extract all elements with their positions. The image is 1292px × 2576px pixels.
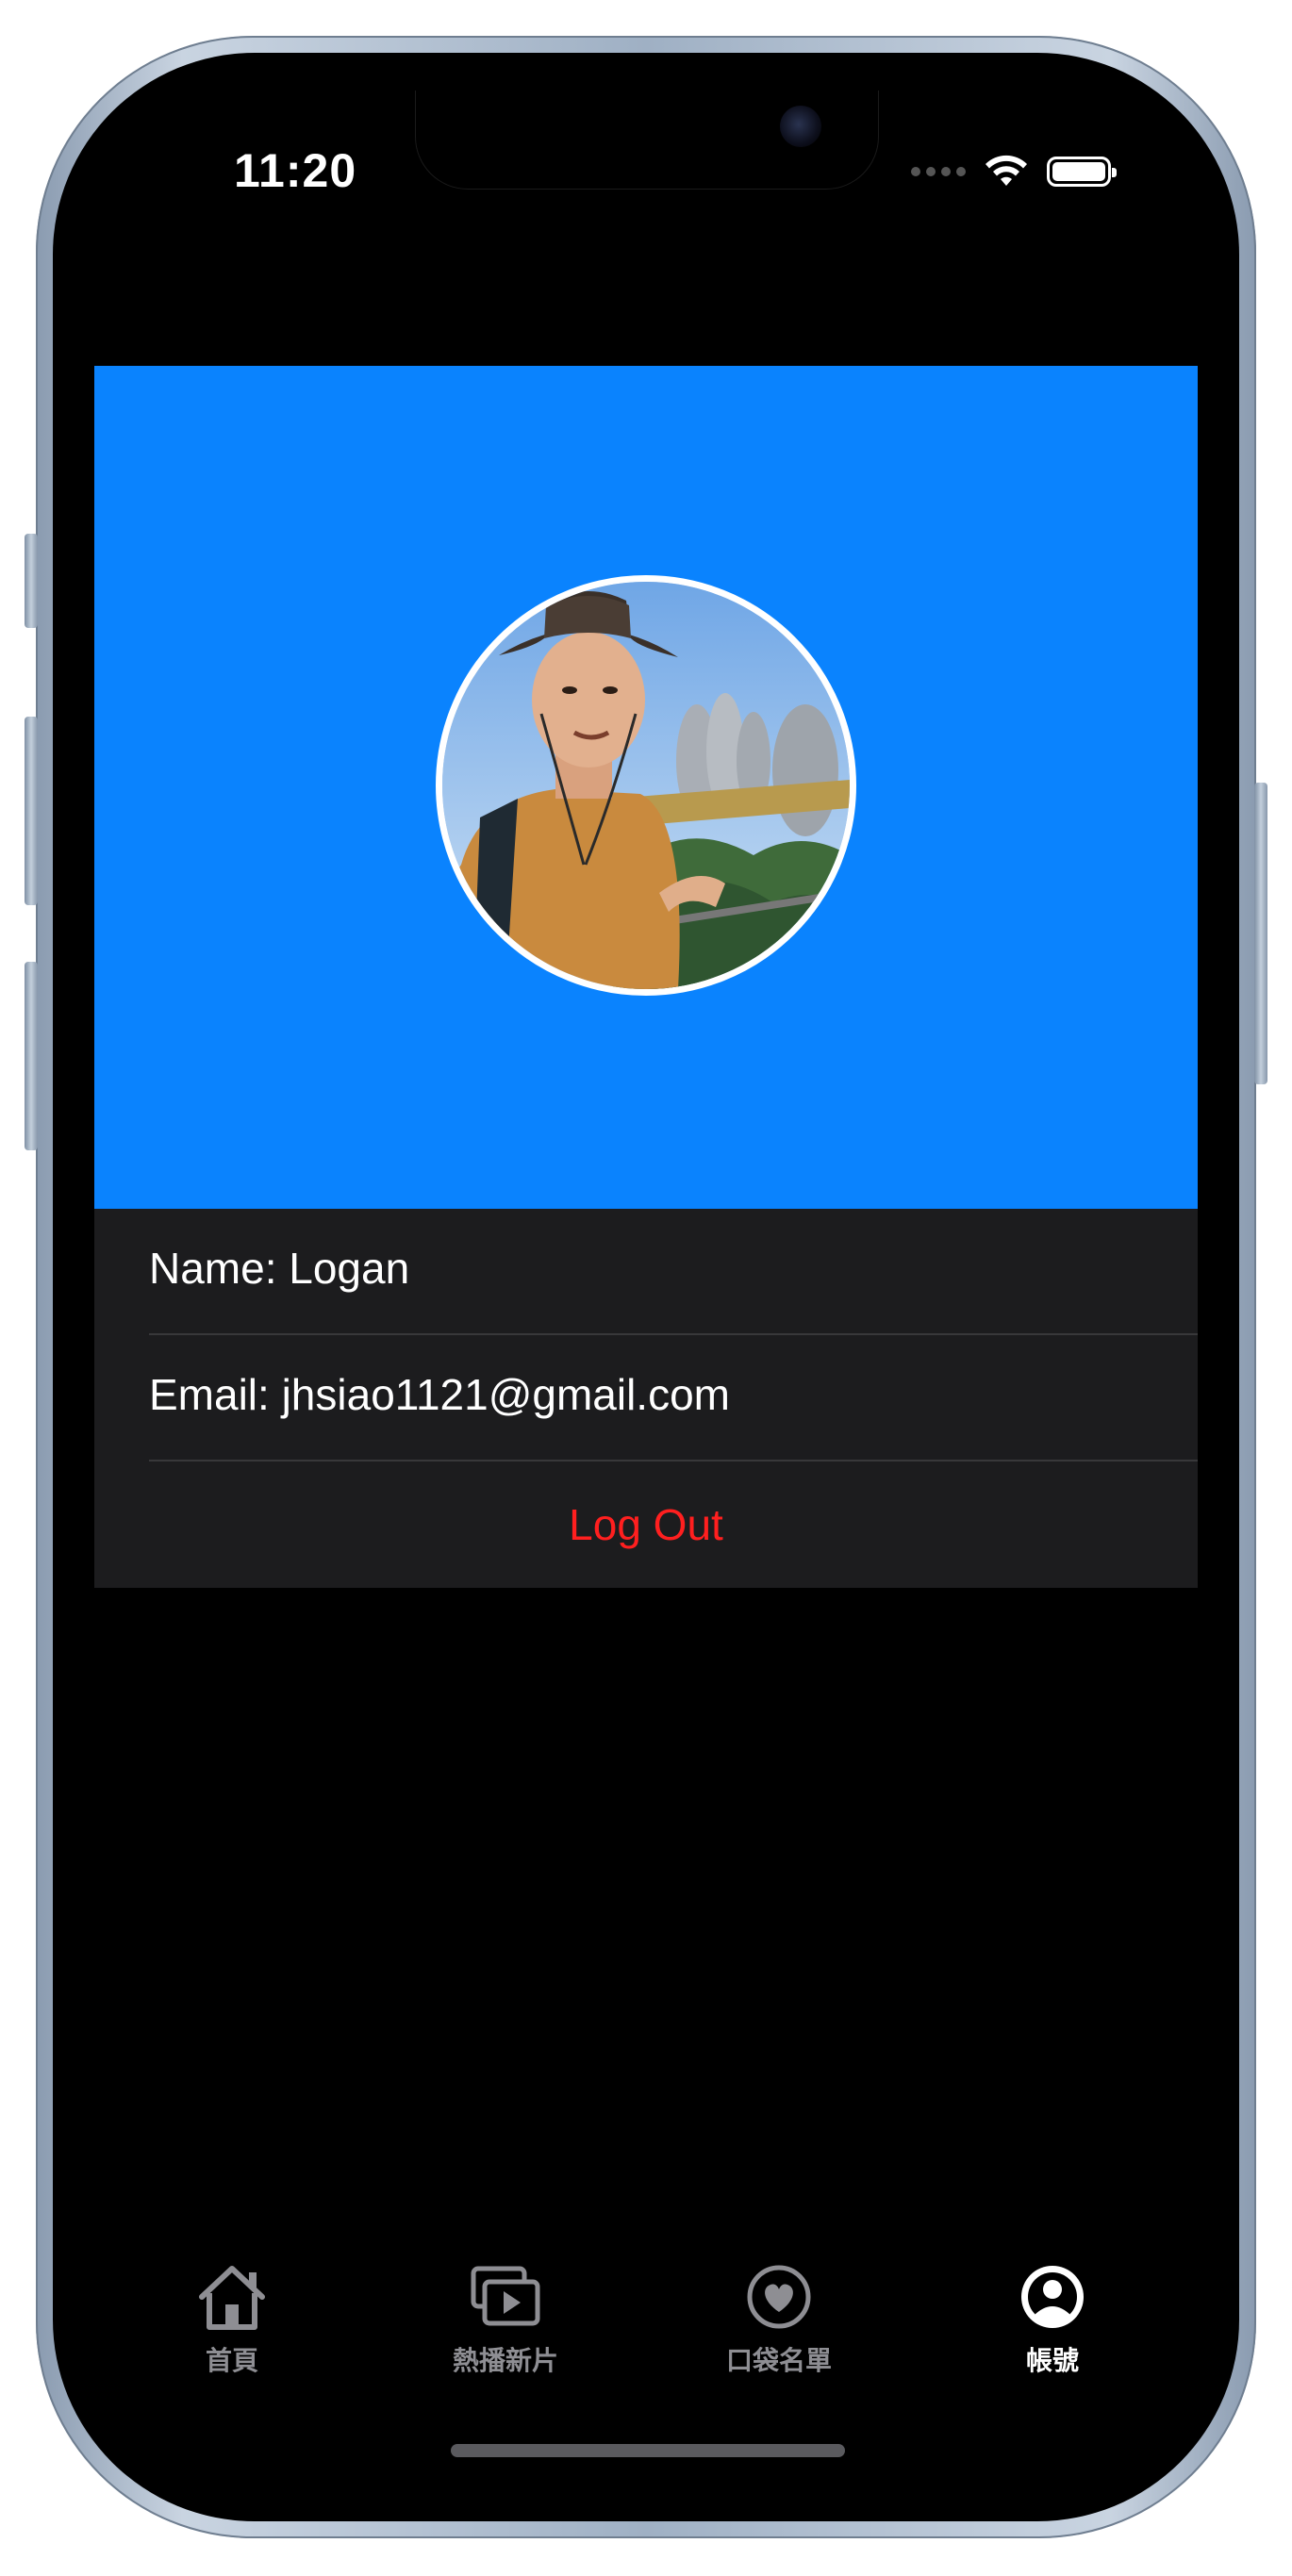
name-row: Name: Logan [94,1209,1198,1335]
play-rectangle-stack-icon [471,2266,540,2326]
heart-circle-icon [747,2265,811,2329]
log-out-button[interactable]: Log Out [94,1461,1198,1588]
avatar [436,575,856,996]
volume-down-button [25,962,38,1150]
tab-bar: 首頁 熱播新片 口袋名單 帳號 [94,2259,1198,2401]
person-circle-icon [1021,2266,1084,2328]
email-text: Email: jhsiao1121@gmail.com [149,1370,730,1419]
status-icons [911,153,1117,190]
house-icon [199,2266,265,2330]
profile-photo [442,582,850,989]
notch [415,91,879,190]
tab-account-label: 帳號 [1025,2345,1079,2376]
tab-home-label: 首頁 [205,2345,258,2376]
account-info-list: Name: Logan Email: jhsiao1121@gmail.com … [94,1209,1198,1588]
tab-watchlist[interactable]: 口袋名單 [675,2259,883,2401]
profile-header [94,366,1198,1209]
tab-account[interactable]: 帳號 [949,2259,1156,2401]
tab-home[interactable]: 首頁 [128,2259,336,2401]
home-indicator[interactable] [451,2444,845,2457]
cellular-signal-icon [911,167,966,176]
screen: 11:20 Name: Logan Email: jhsiao1121@gmai… [94,91,1198,2485]
email-row: Email: jhsiao1121@gmail.com [94,1335,1198,1461]
battery-icon [1047,157,1117,187]
front-camera [780,106,821,147]
name-text: Name: Logan [149,1244,410,1293]
tab-watchlist-label: 口袋名單 [725,2345,832,2376]
tab-trending[interactable]: 熱播新片 [402,2259,609,2401]
status-time: 11:20 [234,144,357,197]
volume-up-button [25,717,38,905]
tab-trending-label: 熱播新片 [452,2345,558,2376]
wifi-icon [986,155,1027,186]
power-button [1254,783,1267,1084]
silent-switch [25,534,38,628]
